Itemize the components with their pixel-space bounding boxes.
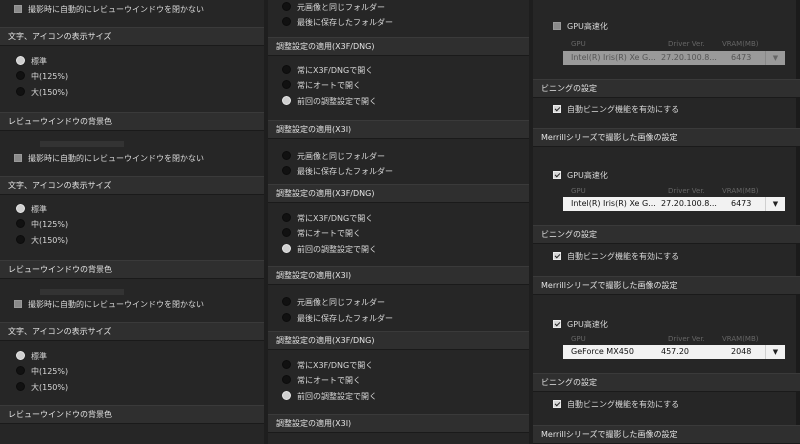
adjustment-settings-column: 元画像と同じフォルダー 最後に保存したフォルダー 調整設定の適用(X3F/DNG…: [268, 0, 529, 444]
radio-same-folder-1[interactable]: 元画像と同じフォルダー: [282, 1, 385, 15]
radio-size-medium-2[interactable]: 中(125%): [16, 218, 68, 232]
section-header-review-bg: レビューウインドウの背景色: [0, 260, 264, 279]
radio-icon: [282, 375, 291, 384]
radio-icon: [282, 17, 291, 26]
radio-icon: [282, 2, 291, 11]
radio-icon: [282, 166, 291, 175]
section-header-text-icon-size: 文字、アイコンの表示サイズ: [0, 322, 264, 341]
radio-size-medium-1[interactable]: 中(125%): [16, 70, 68, 84]
chevron-down-icon[interactable]: ▼: [765, 51, 785, 65]
radio-icon: [282, 228, 291, 237]
checkbox-icon: [14, 300, 22, 308]
radio-same-folder-2[interactable]: 元画像と同じフォルダー: [282, 150, 385, 164]
gpu-table-header: GPU Driver Ver. VRAM(MB): [571, 187, 759, 195]
gpu-accel-checkbox-2[interactable]: GPU高速化: [553, 169, 608, 183]
radio-icon: [282, 297, 291, 306]
gpu-accel-checkbox-3[interactable]: GPU高速化: [553, 318, 608, 332]
gpu-accel-checkbox-1[interactable]: GPU高速化: [553, 20, 608, 34]
radio-icon: [282, 244, 291, 253]
gpu-table-header: GPU Driver Ver. VRAM(MB): [571, 40, 759, 48]
radio-last-settings-1[interactable]: 前回の調整設定で開く: [282, 95, 377, 109]
radio-icon: [282, 391, 291, 400]
section-header-apply-x3f-dng: 調整設定の適用(X3F/DNG): [268, 331, 529, 350]
gpu-select-2[interactable]: Intel(R) Iris(R) Xe G... 27.20.100.8... …: [563, 197, 785, 211]
radio-size-large-3[interactable]: 大(150%): [16, 381, 68, 395]
enable-binning-checkbox-2[interactable]: 自動ビニング機能を有効にする: [553, 250, 679, 264]
radio-always-auto-2[interactable]: 常にオートで開く: [282, 227, 361, 241]
radio-last-settings-2[interactable]: 前回の調整設定で開く: [282, 243, 377, 257]
section-header-merrill: Merrillシリーズで撮影した画像の設定: [533, 128, 800, 147]
radio-size-medium-3[interactable]: 中(125%): [16, 365, 68, 379]
radio-always-x3f-dng-3[interactable]: 常にX3F/DNGで開く: [282, 359, 373, 373]
radio-last-folder-3[interactable]: 最後に保存したフォルダー: [282, 312, 393, 326]
radio-size-standard-1[interactable]: 標準: [16, 55, 47, 69]
radio-always-x3f-dng-2[interactable]: 常にX3F/DNGで開く: [282, 212, 373, 226]
radio-size-large-1[interactable]: 大(150%): [16, 86, 68, 100]
radio-icon: [16, 87, 25, 96]
section-header-merrill: Merrillシリーズで撮影した画像の設定: [533, 425, 800, 444]
close-review-checkbox-2[interactable]: 撮影時に自動的にレビューウインドウを閉かない: [14, 152, 204, 166]
radio-icon: [282, 360, 291, 369]
checkbox-icon: [553, 171, 561, 179]
radio-icon: [16, 71, 25, 80]
section-header-apply-x3i: 調整設定の適用(X3I): [268, 120, 529, 139]
section-header-text-icon-size: 文字、アイコンの表示サイズ: [0, 27, 264, 46]
radio-last-folder-1[interactable]: 最後に保存したフォルダー: [282, 16, 393, 30]
radio-size-standard-3[interactable]: 標準: [16, 350, 47, 364]
chevron-down-icon[interactable]: ▼: [765, 345, 785, 359]
radio-same-folder-3[interactable]: 元画像と同じフォルダー: [282, 296, 385, 310]
display-settings-column: 撮影時に自動的にレビューウインドウを閉かない 文字、アイコンの表示サイズ 標準 …: [0, 0, 264, 444]
section-header-apply-x3i: 調整設定の適用(X3I): [268, 266, 529, 285]
gpu-table-header: GPU Driver Ver. VRAM(MB): [571, 335, 759, 343]
section-header-binning: ビニングの設定: [533, 79, 800, 98]
checkbox-icon: [553, 105, 561, 113]
gpu-select-1[interactable]: Intel(R) Iris(R) Xe G... 27.20.100.8... …: [563, 51, 785, 65]
enable-binning-checkbox-1[interactable]: 自動ビニング機能を有効にする: [553, 103, 679, 117]
section-header-binning: ビニングの設定: [533, 225, 800, 244]
checkbox-icon: [553, 252, 561, 260]
checkbox-icon: [14, 5, 22, 13]
radio-last-folder-2[interactable]: 最後に保存したフォルダー: [282, 165, 393, 179]
checkbox-icon: [553, 400, 561, 408]
enable-binning-checkbox-3[interactable]: 自動ビニング機能を有効にする: [553, 398, 679, 412]
radio-icon: [16, 204, 25, 213]
radio-always-auto-1[interactable]: 常にオートで開く: [282, 79, 361, 93]
radio-icon: [282, 80, 291, 89]
section-header-binning: ビニングの設定: [533, 373, 800, 392]
radio-icon: [282, 151, 291, 160]
radio-icon: [16, 351, 25, 360]
close-review-checkbox-1[interactable]: 撮影時に自動的にレビューウインドウを閉かない: [14, 3, 204, 17]
checkbox-icon: [553, 22, 561, 30]
radio-always-x3f-dng-1[interactable]: 常にX3F/DNGで開く: [282, 64, 373, 78]
checkbox-icon: [553, 320, 561, 328]
radio-icon: [16, 366, 25, 375]
gpu-settings-column: GPU高速化 GPU Driver Ver. VRAM(MB) Intel(R)…: [533, 0, 800, 444]
radio-last-settings-3[interactable]: 前回の調整設定で開く: [282, 390, 377, 404]
radio-icon: [282, 313, 291, 322]
chevron-down-icon[interactable]: ▼: [765, 197, 785, 211]
radio-always-auto-3[interactable]: 常にオートで開く: [282, 374, 361, 388]
section-header-merrill: Merrillシリーズで撮影した画像の設定: [533, 276, 800, 295]
radio-icon: [282, 65, 291, 74]
gpu-select-3[interactable]: GeForce MX450 457.20 2048: [563, 345, 785, 359]
section-header-apply-x3f-dng: 調整設定の適用(X3F/DNG): [268, 37, 529, 56]
close-review-checkbox-3[interactable]: 撮影時に自動的にレビューウインドウを閉かない: [14, 298, 204, 312]
checkbox-icon: [14, 154, 22, 162]
radio-size-standard-2[interactable]: 標準: [16, 203, 47, 217]
section-header-apply-x3f-dng: 調整設定の適用(X3F/DNG): [268, 184, 529, 203]
section-header-review-bg: レビューウインドウの背景色: [0, 405, 264, 424]
radio-size-large-2[interactable]: 大(150%): [16, 234, 68, 248]
review-bg-swatch[interactable]: [40, 141, 124, 147]
radio-icon: [282, 213, 291, 222]
radio-icon: [282, 96, 291, 105]
section-header-review-bg: レビューウインドウの背景色: [0, 112, 264, 131]
radio-icon: [16, 382, 25, 391]
review-bg-swatch[interactable]: [40, 289, 124, 295]
radio-icon: [16, 56, 25, 65]
section-header-apply-x3i: 調整設定の適用(X3I): [268, 414, 529, 433]
radio-icon: [16, 235, 25, 244]
radio-icon: [16, 219, 25, 228]
section-header-text-icon-size: 文字、アイコンの表示サイズ: [0, 176, 264, 195]
